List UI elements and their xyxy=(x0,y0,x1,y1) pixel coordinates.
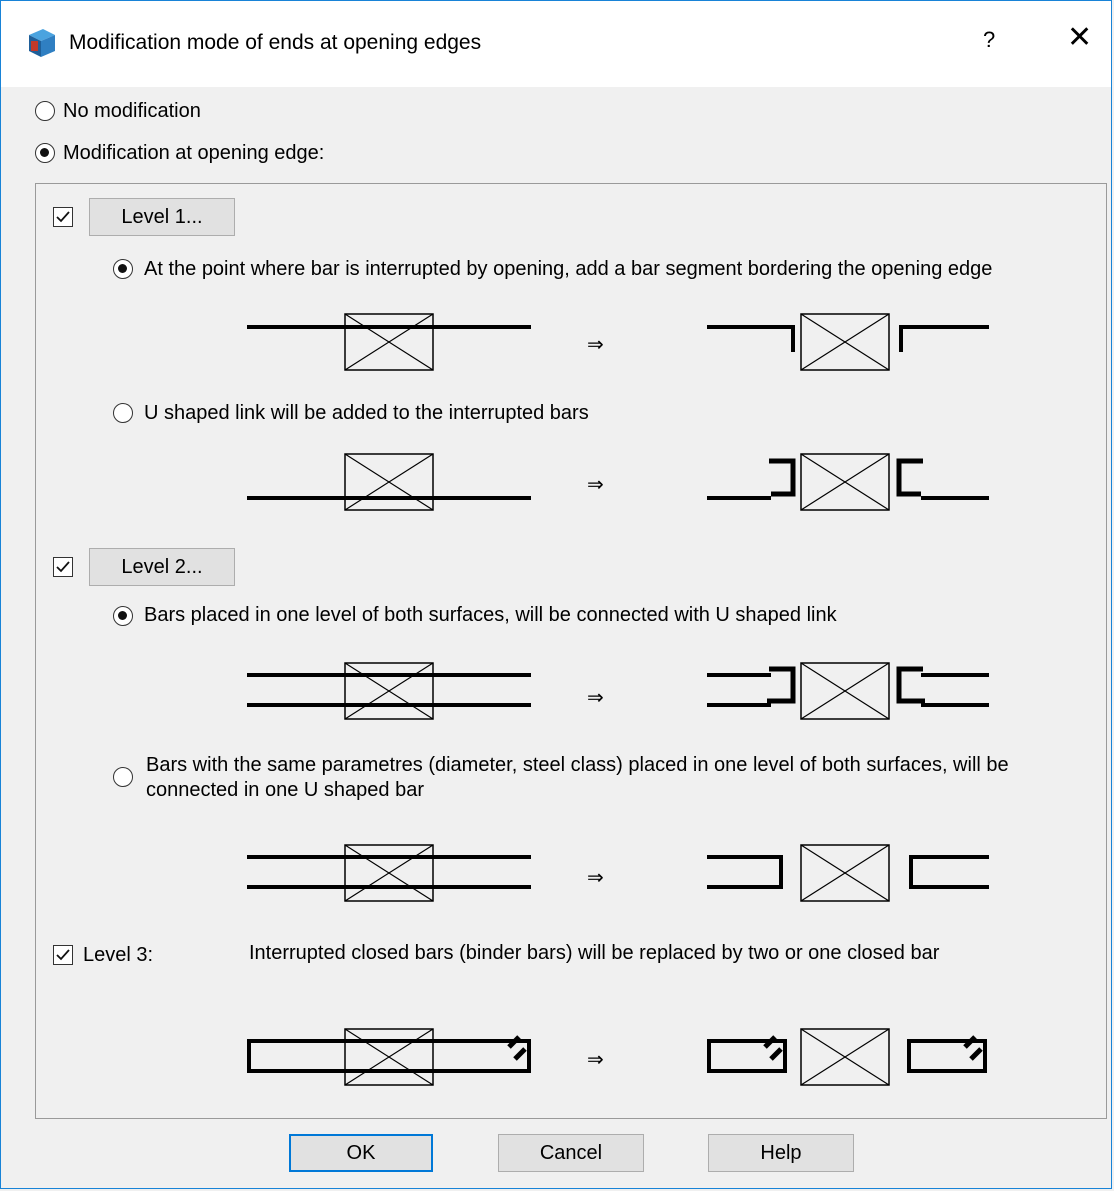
level2-option-a-label: Bars placed in one level of both surface… xyxy=(144,604,837,626)
radio-no-modification[interactable] xyxy=(35,101,55,121)
before-opening xyxy=(247,313,531,371)
diagram-level2-option-b xyxy=(247,844,989,902)
level1-button[interactable]: Level 1... xyxy=(89,198,235,236)
level2-option-b-label-line1: Bars with the same parametres (diameter,… xyxy=(146,754,1009,776)
level3-description: Interrupted closed bars (binder bars) wi… xyxy=(249,942,940,964)
radio-level1-option-b[interactable] xyxy=(113,403,133,423)
level3-checkbox[interactable] xyxy=(53,945,73,965)
checkmark-icon xyxy=(56,949,70,961)
close-icon[interactable]: ✕ xyxy=(1067,23,1092,53)
level1-checkbox[interactable] xyxy=(53,207,73,227)
after-opening xyxy=(707,313,989,371)
dialog-window: Modification mode of ends at opening edg… xyxy=(0,0,1112,1189)
level2-button[interactable]: Level 2... xyxy=(89,548,235,586)
arrow-icon: ⇒ xyxy=(587,1049,604,1071)
diagram-level1-option-b xyxy=(247,453,989,511)
arrow-icon: ⇒ xyxy=(587,867,604,889)
title-bar: Modification mode of ends at opening edg… xyxy=(1,1,1111,87)
diagram-level1-option-a xyxy=(247,313,989,371)
app-cube-icon xyxy=(29,29,55,57)
radio-level2-option-a[interactable] xyxy=(113,606,133,626)
arrow-icon: ⇒ xyxy=(587,687,604,709)
level2-checkbox[interactable] xyxy=(53,557,73,577)
level1-option-b-label: U shaped link will be added to the inter… xyxy=(144,402,589,424)
radio-level1-option-a[interactable] xyxy=(113,259,133,279)
arrow-icon: ⇒ xyxy=(587,334,604,356)
level2-option-b-label-line2: connected in one U shaped bar xyxy=(146,779,424,801)
radio-level2-option-b[interactable] xyxy=(113,767,133,787)
cancel-button[interactable]: Cancel xyxy=(498,1134,644,1172)
arrow-icon: ⇒ xyxy=(587,474,604,496)
help-button[interactable]: Help xyxy=(708,1134,854,1172)
help-icon[interactable]: ? xyxy=(983,27,995,53)
diagram-level2-option-a xyxy=(247,662,989,720)
level3-label: Level 3: xyxy=(83,944,154,966)
no-modification-label: No modification xyxy=(63,100,201,122)
modification-at-edge-label: Modification at opening edge: xyxy=(63,142,325,164)
checkmark-icon xyxy=(56,211,70,223)
diagram-level3 xyxy=(247,1028,987,1086)
checkmark-icon xyxy=(56,561,70,573)
level1-option-a-label: At the point where bar is interrupted by… xyxy=(144,258,993,280)
radio-modification-at-edge[interactable] xyxy=(35,143,55,163)
ok-button[interactable]: OK xyxy=(289,1134,433,1172)
window-title: Modification mode of ends at opening edg… xyxy=(69,31,482,54)
